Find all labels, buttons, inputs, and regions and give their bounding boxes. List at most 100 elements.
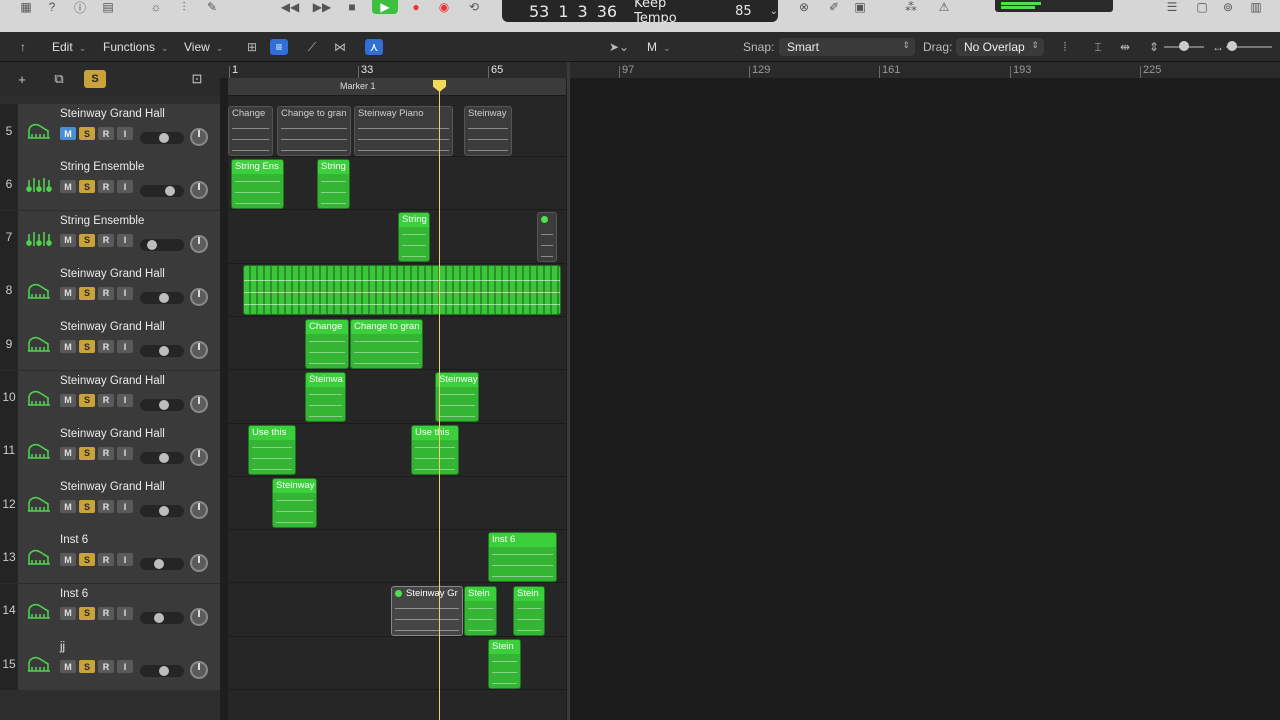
region-steinway-5[interactable]: Steinway	[464, 106, 512, 156]
solo-button[interactable]: S	[79, 180, 95, 194]
mute-button[interactable]: M	[60, 660, 76, 673]
solo-button[interactable]: S	[79, 286, 95, 300]
volume-knob[interactable]	[158, 399, 169, 410]
browser-icon[interactable]: ▥	[1248, 0, 1264, 14]
up-arrow-icon[interactable]: ↑	[14, 39, 32, 55]
input-monitor-button[interactable]: I	[117, 233, 133, 247]
region-string-ens-6[interactable]: String Ens	[231, 159, 284, 209]
record-enable-button[interactable]: R	[98, 340, 114, 354]
volume-slider[interactable]	[140, 451, 184, 464]
fast-forward-icon[interactable]: ▶▶	[312, 0, 332, 14]
track-row-7[interactable]: 7 String Ensemble M S R I	[0, 210, 220, 264]
capture-record-icon[interactable]: ◉	[436, 0, 452, 14]
tempo-value[interactable]: 85	[735, 4, 752, 19]
track-row-9[interactable]: 9 Steinway Grand Hall M S R I	[0, 317, 220, 371]
track-row-13[interactable]: 13 Inst 6 MSRI	[0, 530, 220, 584]
track-name[interactable]: Inst 6	[60, 588, 88, 600]
volume-slider[interactable]	[140, 558, 184, 571]
play-icon[interactable]: ▶	[372, 0, 398, 14]
volume-slider[interactable]	[140, 505, 184, 518]
track-header[interactable]: Steinway Grand Hall M S R I	[18, 477, 220, 531]
editors-icon[interactable]: ✎	[204, 0, 220, 14]
region-dot-7[interactable]	[537, 212, 557, 262]
volume-knob[interactable]	[153, 612, 164, 623]
region-change-5[interactable]: Change	[228, 106, 273, 156]
horizontal-zoom-knob[interactable]	[1227, 41, 1237, 51]
input-monitor-button[interactable]: I	[117, 446, 133, 460]
track-name[interactable]: Steinway Grand Hall	[60, 321, 165, 333]
track-row-6[interactable]: 6 String Ensemble M S R I	[0, 157, 220, 211]
track-header[interactable]: Inst 6 MSRI	[18, 530, 220, 584]
rewind-icon[interactable]: ◀◀	[280, 0, 300, 14]
input-monitor-button[interactable]: I	[117, 180, 133, 194]
arrange-empty-area[interactable]	[570, 78, 1280, 720]
solo-button[interactable]: S	[79, 660, 95, 673]
track-header[interactable]: Steinway Grand Hall M S R I	[18, 370, 220, 424]
mute-button[interactable]: M	[60, 340, 76, 354]
secondary-tool-menu[interactable]: M ⌄	[647, 40, 671, 54]
mute-button[interactable]: M	[60, 180, 76, 194]
pointer-tool-icon[interactable]: ➤⌄	[606, 39, 632, 55]
pan-knob[interactable]	[190, 234, 208, 253]
input-monitor-button[interactable]: I	[117, 393, 133, 407]
edit-menu[interactable]: Edit ⌄	[52, 40, 86, 54]
track-row-11[interactable]: 11 Steinway Grand Hall M S R I	[0, 423, 220, 477]
input-monitor-button[interactable]: I	[117, 127, 133, 140]
project-end-marker[interactable]	[567, 62, 570, 720]
input-monitor-button[interactable]: I	[117, 660, 133, 673]
track-header[interactable]: Steinway Grand Hall M S R I	[18, 317, 220, 371]
global-solo-button[interactable]: S	[84, 70, 106, 88]
mixer-icon[interactable]: ⫶	[176, 0, 192, 14]
record-enable-button[interactable]: R	[98, 180, 114, 194]
track-row-8[interactable]: 8 Steinway Grand Hall M S R I	[0, 263, 220, 317]
track-name[interactable]: Steinway Grand Hall	[60, 428, 165, 440]
volume-slider[interactable]	[140, 665, 184, 677]
track-header[interactable]: jj M S R I	[18, 637, 220, 690]
volume-knob[interactable]	[158, 452, 169, 463]
pan-knob[interactable]	[190, 661, 208, 679]
region-stein-14b[interactable]: Stein	[513, 586, 545, 636]
solo-button[interactable]: S	[79, 446, 95, 460]
volume-slider[interactable]	[140, 238, 184, 251]
track-row-12[interactable]: 12 Steinway Grand Hall M S R I	[0, 477, 220, 531]
track-name[interactable]: Steinway Grand Hall	[60, 481, 165, 493]
region-stein-15[interactable]: Stein	[488, 639, 521, 689]
track-header[interactable]: String Ensemble M S R I	[18, 210, 220, 264]
track-row-14[interactable]: 14 Inst 6 MSRI	[0, 583, 220, 637]
input-monitor-button[interactable]: I	[117, 286, 133, 300]
mute-button[interactable]: M	[60, 286, 76, 300]
folder-icon[interactable]: ⊡	[186, 70, 208, 88]
notepad-icon[interactable]: ▢	[1194, 0, 1210, 14]
mute-button[interactable]: M	[60, 446, 76, 460]
horizontal-zoom-icon[interactable]: ↔	[1209, 39, 1227, 55]
region-use-this-11a[interactable]: Use this	[248, 425, 296, 475]
solo-button[interactable]: S	[79, 340, 95, 354]
track-header[interactable]: Inst 6 MSRI	[18, 583, 220, 637]
solo-button[interactable]: S	[79, 127, 95, 140]
record-icon[interactable]: ●	[408, 0, 424, 14]
mute-button[interactable]: M	[60, 393, 76, 407]
pan-knob[interactable]	[190, 128, 208, 146]
library-icon[interactable]: ▦	[18, 0, 34, 14]
list-editors-icon[interactable]: ☰	[1164, 0, 1180, 14]
region-inst6-13[interactable]: Inst 6	[488, 532, 557, 582]
track-name[interactable]: String Ensemble	[60, 161, 144, 173]
region-string-7[interactable]: String	[398, 212, 430, 262]
region-steinway-gr-14[interactable]: Steinway Gr	[391, 586, 463, 636]
marker-1[interactable]: Marker 1	[340, 81, 376, 91]
pan-knob[interactable]	[190, 554, 208, 573]
pan-knob[interactable]	[190, 501, 208, 520]
help-icon[interactable]: ?	[44, 0, 60, 14]
record-enable-button[interactable]: R	[98, 500, 114, 514]
track-header[interactable]: Steinway Grand Hall M S R I	[18, 423, 220, 477]
pan-knob[interactable]	[190, 181, 208, 200]
region-steinway-12[interactable]: Steinway	[272, 478, 317, 528]
waveform-zoom-icon[interactable]: ⦙	[1056, 39, 1074, 55]
input-monitor-button[interactable]: I	[117, 553, 133, 567]
volume-knob[interactable]	[158, 666, 169, 676]
volume-knob[interactable]	[147, 239, 158, 250]
volume-knob[interactable]	[153, 559, 164, 570]
track-name[interactable]: String Ensemble	[60, 215, 144, 227]
volume-slider[interactable]	[140, 611, 184, 624]
grid-view-icon[interactable]: ⊞	[243, 39, 261, 55]
